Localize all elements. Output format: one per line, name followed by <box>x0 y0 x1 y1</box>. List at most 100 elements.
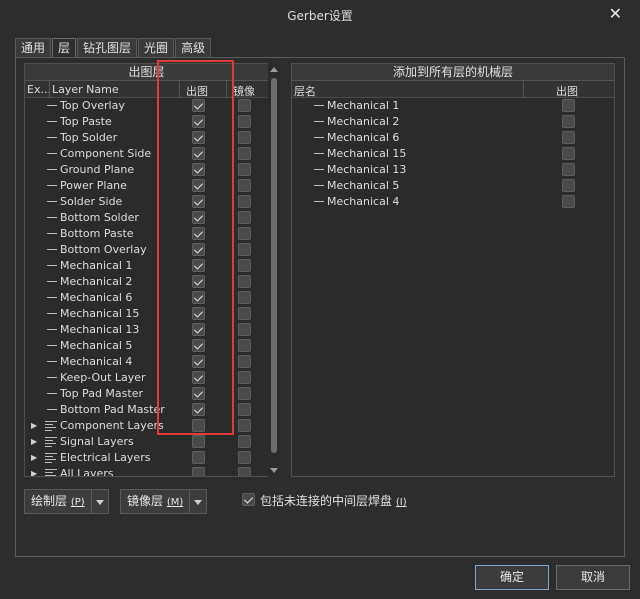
plot-checkbox[interactable] <box>192 243 205 256</box>
include-unconnected-pads-checkbox[interactable] <box>242 493 255 506</box>
col-plot[interactable]: 出图 <box>186 83 208 99</box>
layer-row[interactable]: Mechanical 15 <box>25 306 268 322</box>
mirror-checkbox[interactable] <box>238 323 251 336</box>
plot-checkbox[interactable] <box>192 179 205 192</box>
tab-item[interactable]: 高级 <box>175 38 212 57</box>
output-layers-scrollbar[interactable] <box>268 63 281 477</box>
layer-row[interactable]: Power Plane <box>25 178 268 194</box>
mirror-checkbox[interactable] <box>238 211 251 224</box>
layer-row[interactable]: Top Solder <box>25 130 268 146</box>
layer-row[interactable]: Mechanical 2 <box>25 274 268 290</box>
mechanical-layer-row[interactable]: Mechanical 2 <box>292 114 614 130</box>
mirror-checkbox[interactable] <box>238 451 251 464</box>
plot-checkbox[interactable] <box>562 147 575 160</box>
tab-item[interactable]: 通用 <box>15 38 52 57</box>
layer-row[interactable]: Top Overlay <box>25 98 268 114</box>
layer-row[interactable]: Keep-Out Layer <box>25 370 268 386</box>
scroll-thumb[interactable] <box>271 78 277 453</box>
mirror-checkbox[interactable] <box>238 147 251 160</box>
col-expand[interactable]: Ex... <box>27 83 51 96</box>
chevron-down-icon[interactable] <box>92 490 108 513</box>
plot-checkbox[interactable] <box>192 195 205 208</box>
plot-checkbox[interactable] <box>192 451 205 464</box>
mirror-checkbox[interactable] <box>238 99 251 112</box>
plot-checkbox[interactable] <box>562 195 575 208</box>
mirror-checkbox[interactable] <box>238 131 251 144</box>
cancel-button[interactable]: 取消 <box>556 565 630 590</box>
col-divider[interactable] <box>226 81 227 98</box>
plot-checkbox[interactable] <box>192 403 205 416</box>
col-plot[interactable]: 出图 <box>556 83 578 99</box>
scroll-up-icon[interactable] <box>270 67 278 72</box>
plot-checkbox[interactable] <box>192 419 205 432</box>
tab-item[interactable]: 钻孔图层 <box>77 38 138 57</box>
mirror-checkbox[interactable] <box>238 307 251 320</box>
plot-checkbox[interactable] <box>192 259 205 272</box>
layer-row[interactable]: Bottom Paste <box>25 226 268 242</box>
col-layer-name[interactable]: 层名 <box>294 83 316 99</box>
mirror-checkbox[interactable] <box>238 195 251 208</box>
col-mirror[interactable]: 镜像 <box>233 83 255 99</box>
col-divider[interactable] <box>523 81 524 98</box>
layer-row[interactable]: Solder Side <box>25 194 268 210</box>
plot-checkbox[interactable] <box>192 147 205 160</box>
layer-row[interactable]: Component Side <box>25 146 268 162</box>
scroll-down-icon[interactable] <box>270 468 278 473</box>
mirror-layers-label[interactable]: 镜像层 (M) <box>121 490 191 513</box>
layer-row[interactable]: Mechanical 1 <box>25 258 268 274</box>
chevron-down-icon[interactable] <box>190 490 206 513</box>
expand-arrow-icon[interactable]: ▶ <box>31 437 37 446</box>
col-layer-name[interactable]: Layer Name <box>52 83 119 96</box>
col-divider[interactable] <box>179 81 180 98</box>
plot-checkbox[interactable] <box>562 163 575 176</box>
layer-group-row[interactable]: ▶ Signal Layers <box>25 434 268 450</box>
layer-group-row[interactable]: ▶ Electrical Layers <box>25 450 268 466</box>
mechanical-layer-row[interactable]: Mechanical 13 <box>292 162 614 178</box>
mirror-checkbox[interactable] <box>238 355 251 368</box>
layer-row[interactable]: Bottom Solder <box>25 210 268 226</box>
plot-checkbox[interactable] <box>192 307 205 320</box>
plot-checkbox[interactable] <box>192 339 205 352</box>
col-divider[interactable] <box>49 81 50 98</box>
mirror-checkbox[interactable] <box>238 243 251 256</box>
plot-checkbox[interactable] <box>192 163 205 176</box>
mechanical-layer-row[interactable]: Mechanical 15 <box>292 146 614 162</box>
plot-checkbox[interactable] <box>192 355 205 368</box>
mirror-checkbox[interactable] <box>238 227 251 240</box>
plot-layers-label[interactable]: 绘制层 (P) <box>25 490 92 513</box>
plot-checkbox[interactable] <box>192 435 205 448</box>
plot-checkbox[interactable] <box>192 115 205 128</box>
expand-arrow-icon[interactable]: ▶ <box>31 453 37 462</box>
mirror-checkbox[interactable] <box>238 291 251 304</box>
plot-checkbox[interactable] <box>192 227 205 240</box>
mirror-checkbox[interactable] <box>238 115 251 128</box>
layer-row[interactable]: Ground Plane <box>25 162 268 178</box>
mirror-layers-button[interactable]: 镜像层 (M) <box>120 489 208 514</box>
layer-row[interactable]: Bottom Overlay <box>25 242 268 258</box>
mirror-checkbox[interactable] <box>238 371 251 384</box>
tab-item[interactable]: 光圈 <box>138 38 175 57</box>
plot-checkbox[interactable] <box>192 211 205 224</box>
plot-checkbox[interactable] <box>192 291 205 304</box>
plot-checkbox[interactable] <box>562 115 575 128</box>
layer-row[interactable]: Mechanical 4 <box>25 354 268 370</box>
mirror-checkbox[interactable] <box>238 339 251 352</box>
expand-arrow-icon[interactable]: ▶ <box>31 421 37 430</box>
mechanical-layer-row[interactable]: Mechanical 1 <box>292 98 614 114</box>
mirror-checkbox[interactable] <box>238 275 251 288</box>
layer-row[interactable]: Bottom Pad Master <box>25 402 268 418</box>
close-icon[interactable]: ✕ <box>609 4 622 23</box>
tab-item[interactable]: 层 <box>52 38 77 58</box>
include-unconnected-pads-label[interactable]: 包括未连接的中间层焊盘 (I) <box>260 492 407 509</box>
plot-checkbox[interactable] <box>192 99 205 112</box>
mirror-checkbox[interactable] <box>238 403 251 416</box>
layer-row[interactable]: Mechanical 5 <box>25 338 268 354</box>
plot-checkbox[interactable] <box>192 275 205 288</box>
plot-checkbox[interactable] <box>192 467 205 476</box>
plot-layers-button[interactable]: 绘制层 (P) <box>24 489 109 514</box>
plot-checkbox[interactable] <box>192 131 205 144</box>
mirror-checkbox[interactable] <box>238 179 251 192</box>
plot-checkbox[interactable] <box>192 371 205 384</box>
layer-row[interactable]: Mechanical 13 <box>25 322 268 338</box>
layer-row[interactable]: Mechanical 6 <box>25 290 268 306</box>
